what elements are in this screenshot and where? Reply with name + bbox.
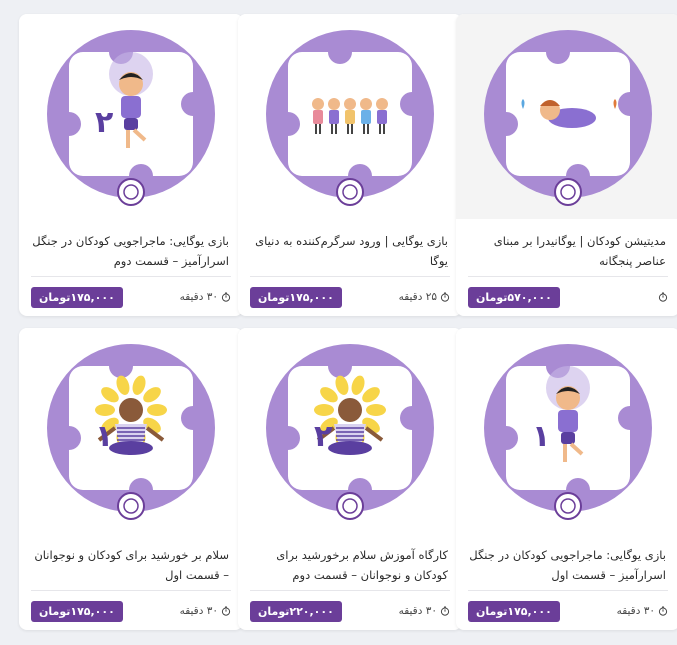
- duration: [655, 292, 668, 302]
- course-title[interactable]: بازی یوگایی: ماجراجویی کودکان در جنگل اس…: [31, 231, 229, 271]
- course-grid: ۲ بازی یوگایی: ماجراجویی کودکان در جنگل ا…: [0, 0, 677, 645]
- stopwatch-icon: [440, 292, 450, 302]
- duration-label: ۳۰ دقیقه: [179, 605, 218, 617]
- course-title[interactable]: سلام بر خورشید برای کودکان و نوجوانان – …: [31, 545, 229, 585]
- sun-meditation-illustration: ۱: [47, 344, 215, 520]
- divider: [31, 590, 231, 591]
- episode-number: ۱: [95, 419, 113, 454]
- course-title[interactable]: بازی یوگایی | ورود سرگرم‌کننده به دنیای …: [250, 231, 448, 271]
- course-card[interactable]: ۲ کارگاه آموزش سلام برخورشید برای کودکان …: [238, 328, 462, 630]
- duration-label: ۳۰ دقیقه: [398, 605, 437, 617]
- stopwatch-icon: [658, 292, 668, 302]
- episode-number: ۲: [95, 105, 113, 140]
- stopwatch-icon: [440, 606, 450, 616]
- sleeping-child-illustration: [484, 30, 652, 206]
- card-footer: ۱۷۵,۰۰۰تومان ۳۰ دقیقه: [468, 600, 668, 622]
- divider: [250, 590, 450, 591]
- course-card[interactable]: ۲ بازی یوگایی: ماجراجویی کودکان در جنگل ا…: [19, 14, 243, 316]
- sun-meditation-illustration: ۲: [266, 344, 434, 520]
- course-card[interactable]: ۱ بازی یوگایی: ماجراجویی کودکان در جنگل ا…: [456, 328, 677, 630]
- stopwatch-icon: [658, 606, 668, 616]
- course-title[interactable]: کارگاه آموزش سلام برخورشید برای کودکان و…: [250, 545, 448, 585]
- course-thumbnail[interactable]: ۲: [238, 328, 462, 533]
- card-footer: ۱۷۵,۰۰۰تومان ۲۵ دقیقه: [250, 286, 450, 308]
- divider: [31, 276, 231, 277]
- yoga-tree-pose-illustration: ۱: [484, 344, 652, 520]
- duration: ۳۰ دقیقه: [180, 605, 231, 617]
- price-badge[interactable]: ۱۷۵,۰۰۰تومان: [250, 286, 342, 308]
- course-card[interactable]: بازی یوگایی | ورود سرگرم‌کننده به دنیای …: [238, 14, 462, 316]
- card-footer: ۵۷۰,۰۰۰تومان: [468, 286, 668, 308]
- episode-number: ۱: [532, 419, 550, 454]
- price-badge[interactable]: ۵۷۰,۰۰۰تومان: [468, 286, 560, 308]
- course-title[interactable]: بازی یوگایی: ماجراجویی کودکان در جنگل اس…: [468, 545, 666, 585]
- yoga-tree-pose-illustration: ۲: [47, 30, 215, 206]
- price-badge[interactable]: ۱۷۵,۰۰۰تومان: [468, 600, 560, 622]
- duration-label: ۳۰ دقیقه: [179, 291, 218, 303]
- stopwatch-icon: [221, 606, 231, 616]
- course-card[interactable]: ۱ سلام بر خورشید برای کودکان و نوجوانان –…: [19, 328, 243, 630]
- episode-number: ۲: [314, 419, 332, 454]
- course-card[interactable]: مدیتیشن کودکان | یوگانیدرا بر مبنای عناص…: [456, 14, 677, 316]
- stopwatch-icon: [221, 292, 231, 302]
- divider: [468, 276, 668, 277]
- price-badge[interactable]: ۲۲۰,۰۰۰تومان: [250, 600, 342, 622]
- duration: ۳۰ دقیقه: [617, 605, 668, 617]
- duration-label: ۳۰ دقیقه: [616, 605, 655, 617]
- price-badge[interactable]: ۱۷۵,۰۰۰تومان: [31, 600, 123, 622]
- course-thumbnail[interactable]: [456, 14, 677, 219]
- price-badge[interactable]: ۱۷۵,۰۰۰تومان: [31, 286, 123, 308]
- duration: ۲۵ دقیقه: [399, 291, 450, 303]
- course-thumbnail[interactable]: ۱: [456, 328, 677, 533]
- course-title[interactable]: مدیتیشن کودکان | یوگانیدرا بر مبنای عناص…: [468, 231, 666, 271]
- divider: [468, 590, 668, 591]
- duration: ۳۰ دقیقه: [399, 605, 450, 617]
- course-thumbnail[interactable]: ۱: [19, 328, 243, 533]
- card-footer: ۱۷۵,۰۰۰تومان ۳۰ دقیقه: [31, 600, 231, 622]
- duration: ۳۰ دقیقه: [180, 291, 231, 303]
- card-footer: ۲۲۰,۰۰۰تومان ۳۰ دقیقه: [250, 600, 450, 622]
- kids-group-illustration: [266, 30, 434, 206]
- course-thumbnail[interactable]: ۲: [19, 14, 243, 219]
- card-footer: ۱۷۵,۰۰۰تومان ۳۰ دقیقه: [31, 286, 231, 308]
- divider: [250, 276, 450, 277]
- course-thumbnail[interactable]: [238, 14, 462, 219]
- duration-label: ۲۵ دقیقه: [398, 291, 437, 303]
